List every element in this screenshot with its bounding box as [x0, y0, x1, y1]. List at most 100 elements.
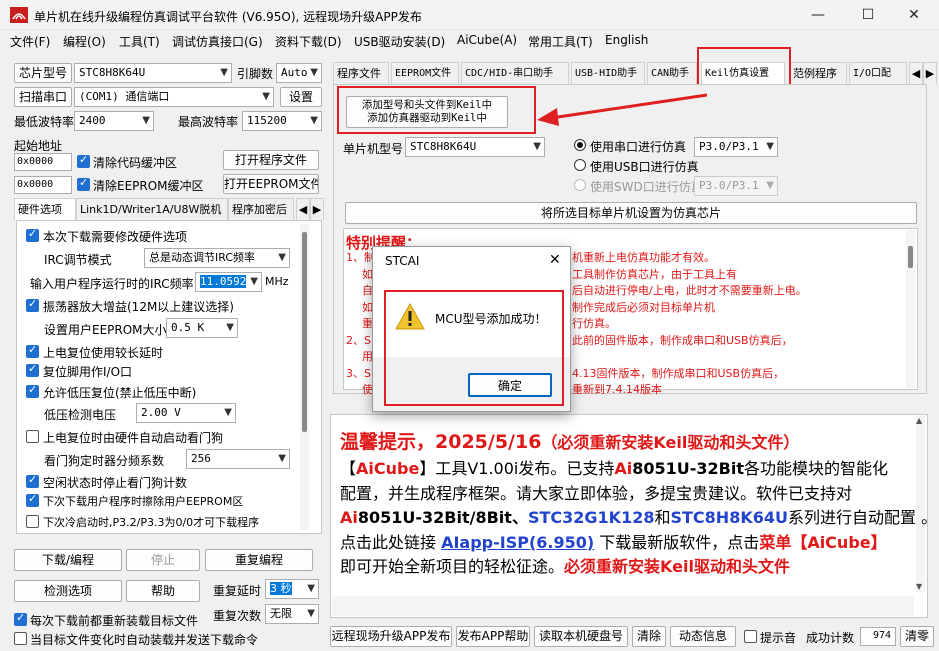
osc-gain-checkbox[interactable] — [26, 297, 39, 312]
lvd-reset-checkbox[interactable] — [26, 383, 39, 398]
serial-radio-label: 使用串口进行仿真 — [590, 140, 687, 154]
irc-mode-select[interactable]: 总是动态调节IRC频率 ▼ — [144, 248, 290, 268]
cold-boot-checkbox[interactable] — [26, 515, 39, 528]
serial-port-select[interactable]: P3.0/P3.1 ▼ — [694, 137, 778, 157]
long-reset-checkbox[interactable] — [26, 343, 39, 358]
menu-file[interactable]: 文件(F) — [10, 33, 50, 50]
maximize-button[interactable]: ☐ — [848, 5, 888, 25]
hardware-scrollbar[interactable] — [300, 224, 309, 530]
scroll-up-icon[interactable]: ▲ — [916, 416, 922, 425]
tab-program-file[interactable]: 程序文件 — [333, 62, 389, 84]
max-baud-select[interactable]: 115200 ▼ — [242, 111, 322, 131]
open-eeprom-button[interactable]: 打开EEPROM文件 — [223, 174, 319, 194]
tab-scroll-left-icon[interactable]: ◀ — [296, 198, 310, 220]
detect-options-button[interactable]: 检测选项 — [14, 580, 122, 602]
menu-common-tools[interactable]: 常用工具(T) — [528, 33, 593, 50]
menu-debug[interactable]: 调试仿真接口(G) — [172, 33, 263, 50]
publish-help-button[interactable]: 发布APP帮助 — [456, 626, 530, 647]
news-scrollbar[interactable]: ▲ ▼ — [916, 416, 925, 592]
scroll-down-icon[interactable]: ▼ — [916, 582, 922, 591]
code-address-input[interactable]: 0x0000 — [14, 153, 72, 171]
tab-can[interactable]: CAN助手 — [647, 62, 697, 84]
read-disk-button[interactable]: 读取本机硬盘号 — [534, 626, 628, 647]
anim-info-button[interactable]: 动态信息 — [670, 626, 736, 647]
aicube-menu-link[interactable]: 菜单【AiCube】 — [759, 533, 886, 552]
news-span: 8051U-32Bit — [632, 459, 744, 478]
tab-eeprom-file[interactable]: EEPROM文件 — [391, 62, 459, 84]
usb-radio[interactable] — [574, 159, 586, 171]
eeprom-address-input[interactable]: 0x0000 — [14, 176, 72, 194]
irc-freq-select[interactable]: 11.0592 ▼ — [195, 272, 262, 292]
tab-scroll-right-icon[interactable]: ▶ — [923, 62, 937, 84]
scrollbar-thumb[interactable] — [908, 246, 913, 268]
chevron-down-icon: ▼ — [307, 608, 315, 619]
chevron-down-icon: ▼ — [310, 67, 318, 78]
chip-model-select[interactable]: STC8H8K64U ▼ — [74, 63, 232, 83]
tab-scroll-right-icon[interactable]: ▶ — [310, 198, 324, 220]
tab-examples[interactable]: 范例程序 — [789, 62, 847, 84]
tab-offline[interactable]: Link1D/Writer1A/U8W脱机 — [76, 198, 228, 220]
menu-download[interactable]: 资料下载(D) — [275, 33, 342, 50]
notice-line: 4.13固件版本，制作成串口和USB仿真后， — [572, 366, 785, 380]
download-link[interactable]: AIapp-ISP(6.950) — [441, 533, 594, 552]
idle-wdt-checkbox[interactable] — [26, 473, 39, 488]
clear-code-checkbox[interactable] — [77, 153, 90, 168]
swd-radio[interactable] — [574, 179, 586, 191]
minimize-button[interactable]: — — [798, 5, 838, 25]
reset-count-button[interactable]: 清零 — [900, 626, 934, 647]
settings-button[interactable]: 设置 — [280, 87, 322, 107]
news-span: 】工具V1.00i发布。已支持 — [419, 459, 615, 478]
auto-reload-label: 当目标文件变化时自动装载并发送下载命令 — [30, 633, 259, 647]
menu-aicube[interactable]: AiCube(A) — [457, 33, 517, 47]
tab-hardware-options[interactable]: 硬件选项 — [14, 198, 76, 220]
wdt-auto-checkbox[interactable] — [26, 430, 39, 443]
beep-checkbox[interactable] — [744, 630, 757, 643]
need-modify-checkbox[interactable] — [26, 227, 39, 242]
help-button[interactable]: 帮助 — [126, 580, 200, 602]
tab-io-config[interactable]: I/O口配 — [849, 62, 907, 84]
close-button[interactable]: ✕ — [894, 5, 934, 25]
news-hscrollbar[interactable] — [332, 596, 914, 616]
dialog-close-button[interactable]: ✕ — [549, 252, 561, 268]
port-select[interactable]: (COM1) 通信端口 ▼ — [74, 87, 274, 107]
open-program-button[interactable]: 打开程序文件 — [223, 150, 319, 170]
scan-port-button[interactable]: 扫描串口 — [14, 87, 72, 107]
lvd-voltage-select[interactable]: 2.00 V ▼ — [136, 403, 236, 423]
min-baud-select[interactable]: 2400 ▼ — [74, 111, 154, 131]
menu-program[interactable]: 编程(O) — [63, 33, 106, 50]
menu-tools[interactable]: 工具(T) — [119, 33, 160, 50]
wdt-div-select[interactable]: 256 ▼ — [186, 449, 290, 469]
news-line-6: 即可开始全新项目的轻松征途。必须重新安装Keil驱动和头文件 — [340, 555, 900, 580]
serial-radio[interactable] — [574, 139, 586, 151]
reset-pin-checkbox[interactable] — [26, 362, 39, 377]
eeprom-size-select[interactable]: 0.5 K ▼ — [166, 318, 238, 338]
repeat-delay-select[interactable]: 3 秒 ▼ — [265, 579, 319, 599]
tab-usb-hid[interactable]: USB-HID助手 — [571, 62, 645, 84]
scrollbar-thumb[interactable] — [302, 232, 307, 432]
window-title: 单片机在线升级编程仿真调试平台软件 (V6.95O), 远程现场升级APP发布 — [34, 10, 422, 24]
menu-usb-driver[interactable]: USB驱动安装(D) — [354, 33, 445, 50]
swd-port-select[interactable]: P3.0/P3.1 ▼ — [694, 176, 778, 196]
news-span: 点击此处链接 — [340, 532, 442, 552]
tab-cdc-hid[interactable]: CDC/HID-串口助手 — [461, 62, 569, 84]
swd-radio-label: 使用SWD口进行仿真 — [590, 180, 703, 194]
stop-button[interactable]: 停止 — [126, 549, 200, 571]
reload-checkbox[interactable] — [14, 611, 27, 626]
pins-select[interactable]: Auto ▼ — [276, 63, 322, 83]
reprogram-button[interactable]: 重复编程 — [205, 549, 313, 571]
erase-eeprom-checkbox[interactable] — [26, 492, 39, 507]
set-emulator-chip-button[interactable]: 将所选目标单片机设置为仿真芯片 — [345, 202, 917, 224]
auto-reload-checkbox[interactable] — [14, 632, 27, 645]
tab-encryption[interactable]: 程序加密后 — [228, 198, 294, 220]
clear-eeprom-checkbox[interactable] — [77, 176, 90, 191]
publish-app-button[interactable]: 远程现场升级APP发布 — [330, 626, 452, 647]
clear-button[interactable]: 清除 — [632, 626, 666, 647]
erase-eeprom-label: 下次下载用户程序时擦除用户EEPROM区 — [43, 495, 244, 508]
repeat-count-select[interactable]: 无限 ▼ — [265, 604, 319, 624]
notice-line: 重新到7.4.14版本 — [572, 383, 662, 396]
notice-scrollbar[interactable] — [906, 230, 915, 388]
download-button[interactable]: 下载/编程 — [14, 549, 122, 571]
tab-scroll-left-icon[interactable]: ◀ — [909, 62, 923, 84]
mcu-model-select[interactable]: STC8H8K64U ▼ — [405, 137, 545, 157]
menu-english[interactable]: English — [605, 33, 648, 47]
